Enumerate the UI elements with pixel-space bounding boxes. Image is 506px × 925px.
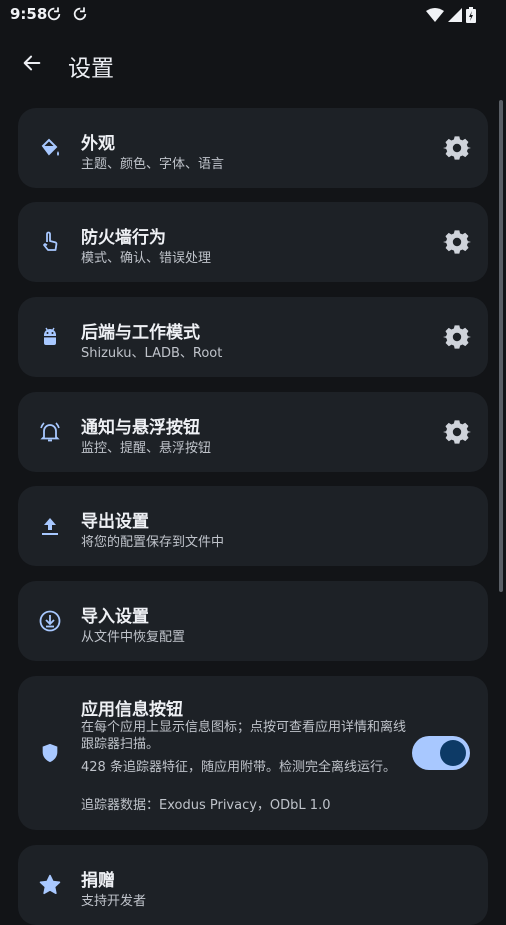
- battery-icon: [466, 7, 476, 23]
- gear-icon[interactable]: [442, 417, 472, 447]
- settings-item-app-info[interactable]: 应用信息按钮 在每个应用上显示信息图标；点按可查看应用详情和离线跟踪器扫描。 4…: [18, 676, 488, 830]
- status-bar: 9:58: [0, 0, 506, 28]
- sync-icon: [73, 7, 87, 21]
- status-time: 9:58: [10, 5, 48, 23]
- star-icon: [38, 873, 62, 897]
- item-title: 应用信息按钮: [81, 700, 183, 720]
- item-title: 通知与悬浮按钮: [81, 418, 200, 438]
- back-button[interactable]: [18, 49, 46, 77]
- item-title: 防火墙行为: [81, 228, 166, 248]
- settings-item-notifications[interactable]: 通知与悬浮按钮 监控、提醒、悬浮按钮: [18, 392, 488, 472]
- item-title: 外观: [81, 134, 115, 154]
- download-circle-icon: [38, 609, 62, 633]
- item-subtitle: 模式、确认、错误处理: [81, 251, 212, 266]
- toggle-knob: [440, 740, 466, 766]
- settings-item-export[interactable]: 导出设置 将您的配置保存到文件中: [18, 486, 488, 566]
- android-icon: [38, 325, 62, 349]
- item-title: 导入设置: [81, 607, 149, 627]
- arrow-left-icon: [23, 55, 41, 71]
- item-subtitle: 主题、颜色、字体、语言: [81, 157, 225, 172]
- cell-signal-icon: [448, 8, 462, 22]
- app-info-toggle[interactable]: [412, 736, 470, 770]
- app-bar: 设置: [0, 36, 506, 92]
- item-title: 导出设置: [81, 512, 149, 532]
- bell-ring-icon: [38, 420, 62, 444]
- gear-icon[interactable]: [442, 322, 472, 352]
- settings-item-import[interactable]: 导入设置 从文件中恢复配置: [18, 581, 488, 661]
- item-subtitle: 从文件中恢复配置: [81, 630, 186, 645]
- paint-bucket-icon: [38, 136, 62, 160]
- settings-item-donate[interactable]: 捐赠 支持开发者: [18, 845, 488, 925]
- item-subtitle: 将您的配置保存到文件中: [81, 535, 225, 550]
- touch-hand-icon: [38, 230, 62, 254]
- gear-icon[interactable]: [442, 133, 472, 163]
- page-title: 设置: [68, 56, 114, 82]
- gear-icon[interactable]: [442, 227, 472, 257]
- shield-icon: [38, 741, 62, 765]
- item-title: 捐赠: [81, 871, 115, 891]
- scrollbar[interactable]: [499, 100, 503, 592]
- item-detail: 428 条追踪器特征，随应用附带。检测完全离线运行。: [81, 760, 396, 775]
- sync-icon: [47, 7, 61, 21]
- item-subtitle: Shizuku、LADB、Root: [81, 346, 223, 361]
- settings-item-backend[interactable]: 后端与工作模式 Shizuku、LADB、Root: [18, 297, 488, 377]
- settings-item-firewall[interactable]: 防火墙行为 模式、确认、错误处理: [18, 202, 488, 282]
- item-subtitle: 监控、提醒、悬浮按钮: [81, 441, 212, 456]
- item-source: 追踪器数据：Exodus Privacy，ODbL 1.0: [81, 798, 331, 813]
- settings-item-appearance[interactable]: 外观 主题、颜色、字体、语言: [18, 108, 488, 188]
- item-title: 后端与工作模式: [81, 323, 200, 343]
- wifi-icon: [426, 8, 444, 22]
- item-description: 在每个应用上显示信息图标；点按可查看应用详情和离线跟踪器扫描。: [81, 720, 407, 752]
- upload-icon: [38, 514, 62, 538]
